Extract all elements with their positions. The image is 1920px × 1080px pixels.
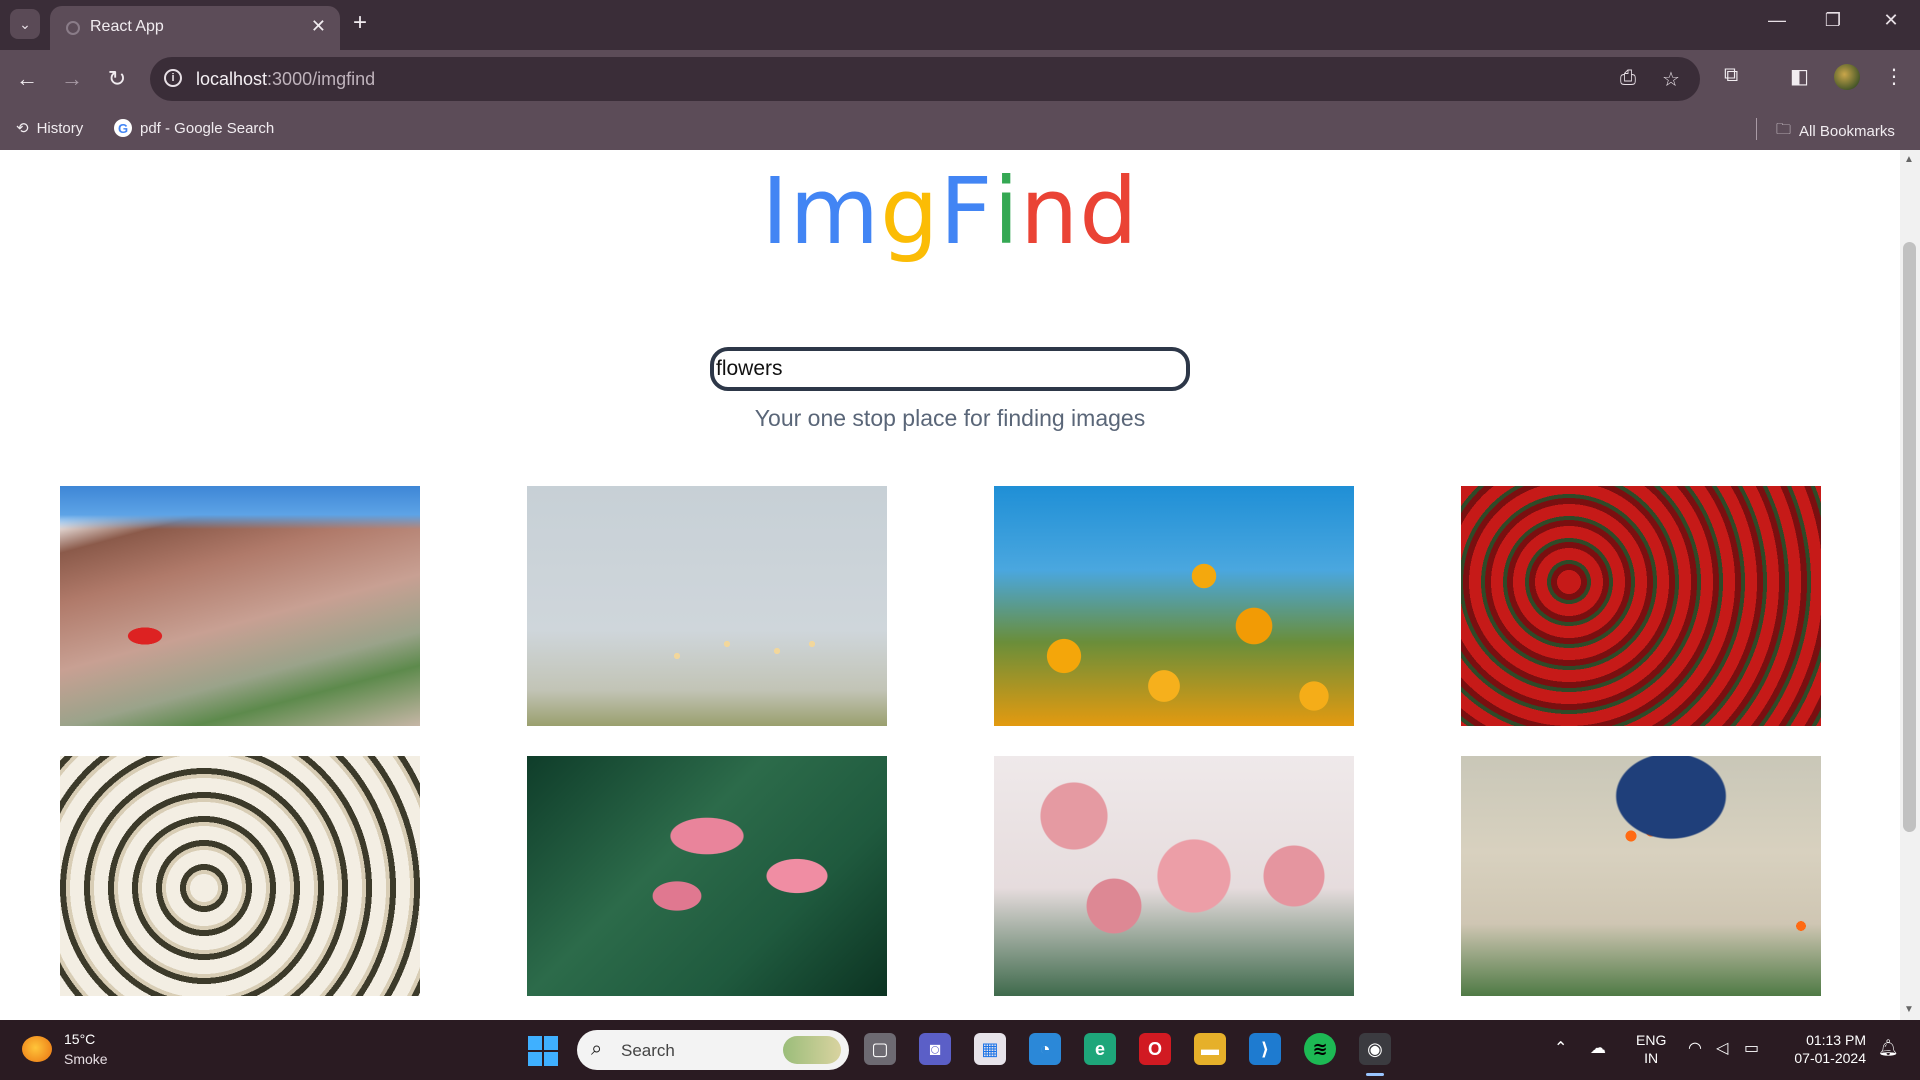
notification-bell-icon[interactable]: 🔔︎ (1878, 1038, 1898, 1058)
active-app-indicator (1366, 1073, 1384, 1076)
folder-icon: 🗀 (1776, 121, 1792, 138)
app-logo: ImgFind (0, 158, 1900, 265)
start-icon[interactable] (528, 1036, 558, 1066)
result-image[interactable] (994, 756, 1354, 996)
taskbar-search-label: Search (621, 1041, 675, 1060)
search-icon: ⌕ (591, 1038, 603, 1060)
result-image[interactable] (994, 486, 1354, 726)
tagline: Your one stop place for finding images (754, 405, 1146, 431)
vscode-icon[interactable]: ⟩ (1249, 1033, 1281, 1065)
tab-title: React App (90, 18, 164, 35)
chrome-icon[interactable]: ◉ (1359, 1033, 1391, 1065)
restore-icon[interactable]: ❐ (1818, 10, 1848, 31)
all-bookmarks-label: All Bookmarks (1799, 123, 1895, 140)
logo-letter: g (880, 158, 940, 265)
weather-temperature[interactable]: 15°C (64, 1031, 95, 1047)
volume-icon[interactable]: ◁ (1716, 1038, 1728, 1058)
loading-favicon-icon (66, 21, 80, 35)
file-explorer-icon[interactable]: ▬ (1194, 1033, 1226, 1065)
all-bookmarks-button[interactable]: 🗀 All Bookmarks (1776, 119, 1895, 144)
windows-taskbar: 15°C Smoke ⌕ Search ▢ ◙ ▦ ◔ e O ▬ ⟩ ≋ ◉ … (0, 1020, 1920, 1080)
logo-letter: n (1019, 158, 1080, 265)
browser-tab[interactable]: React App ✕ (50, 6, 340, 50)
result-image[interactable] (527, 756, 887, 996)
spotify-icon[interactable]: ≋ (1304, 1033, 1336, 1065)
result-image[interactable] (60, 486, 420, 726)
result-image[interactable] (60, 756, 420, 996)
tab-search-button[interactable]: ⌄ (10, 9, 40, 39)
bookmarks-bar: ⟲ History G pdf - Google Search 🗀 All Bo… (0, 108, 1920, 150)
scroll-down-icon[interactable]: ▼ (1904, 1004, 1914, 1015)
minimize-icon[interactable]: — (1762, 10, 1792, 31)
onedrive-icon[interactable]: ☁ (1590, 1038, 1606, 1058)
result-image[interactable] (527, 486, 887, 726)
logo-letter: m (789, 158, 881, 265)
weather-description[interactable]: Smoke (64, 1051, 108, 1067)
microsoft-store-icon[interactable]: ▦ (974, 1033, 1006, 1065)
side-panel-icon[interactable]: ◧ (1790, 64, 1809, 89)
back-icon[interactable]: ← (12, 64, 42, 94)
battery-icon[interactable]: ▭ (1744, 1038, 1759, 1058)
taskbar-clock[interactable]: 01:13 PM 07-01-2024 (1782, 1031, 1866, 1067)
taskbar-search[interactable]: ⌕ Search (577, 1030, 849, 1070)
edge-icon[interactable]: e (1084, 1033, 1116, 1065)
image-search-input[interactable] (710, 347, 1190, 391)
forward-icon[interactable]: → (57, 64, 87, 94)
site-info-icon[interactable]: i (164, 69, 182, 87)
task-view-icon[interactable]: ▢ (864, 1033, 896, 1065)
scroll-up-icon[interactable]: ▲ (1904, 154, 1914, 165)
result-image[interactable] (1461, 486, 1821, 726)
bookmarks-divider (1756, 118, 1757, 140)
weather-icon[interactable] (22, 1036, 52, 1062)
new-tab-button[interactable]: + (353, 11, 367, 35)
google-icon: G (114, 119, 132, 137)
install-app-icon[interactable]: ⎙ (1620, 67, 1636, 90)
bookmark-history[interactable]: ⟲ History (16, 119, 84, 138)
bookmark-star-icon[interactable]: ☆ (1662, 67, 1680, 92)
weather-app-icon[interactable]: ◔ (1029, 1033, 1061, 1065)
logo-letter: F (939, 158, 994, 265)
close-tab-icon[interactable]: ✕ (311, 16, 326, 37)
bookmark-label: History (36, 119, 84, 137)
address-bar[interactable]: i localhost:3000/imgfind ⎙ ☆ (150, 57, 1700, 101)
logo-letter: i (993, 158, 1020, 265)
opera-icon[interactable]: O (1139, 1033, 1171, 1065)
image-results-grid (60, 486, 1822, 996)
logo-letter: d (1079, 158, 1139, 265)
menu-icon[interactable]: ⋮ (1884, 64, 1904, 89)
browser-tab-strip: ⌄ React App ✕ + — ❐ ✕ (0, 0, 1920, 50)
bookmark-pdf-google-search[interactable]: G pdf - Google Search (114, 119, 274, 137)
wifi-icon[interactable]: ◠ (1688, 1038, 1702, 1058)
input-language[interactable]: ENG IN (1636, 1031, 1666, 1067)
logo-letter: I (761, 158, 790, 265)
window-close-icon[interactable]: ✕ (1876, 10, 1906, 31)
extensions-icon[interactable]: ⧉ (1724, 64, 1738, 87)
search-highlight-art (783, 1036, 841, 1064)
history-icon: ⟲ (16, 120, 29, 137)
profile-avatar[interactable] (1834, 64, 1860, 90)
show-hidden-icons-icon[interactable]: ⌃ (1554, 1038, 1567, 1058)
reload-icon[interactable]: ↻ (102, 64, 132, 94)
scrollbar-thumb[interactable] (1903, 242, 1916, 832)
result-image[interactable] (1461, 756, 1821, 996)
url-text[interactable]: localhost:3000/imgfind (196, 69, 375, 90)
teams-icon[interactable]: ◙ (919, 1033, 951, 1065)
bookmark-label: pdf - Google Search (140, 119, 275, 137)
browser-toolbar: ← → ↻ i localhost:3000/imgfind ⎙ ☆ ⧉ ◧ ⋮ (0, 50, 1920, 108)
page-content: ImgFind Your one stop place for finding … (0, 150, 1900, 1020)
